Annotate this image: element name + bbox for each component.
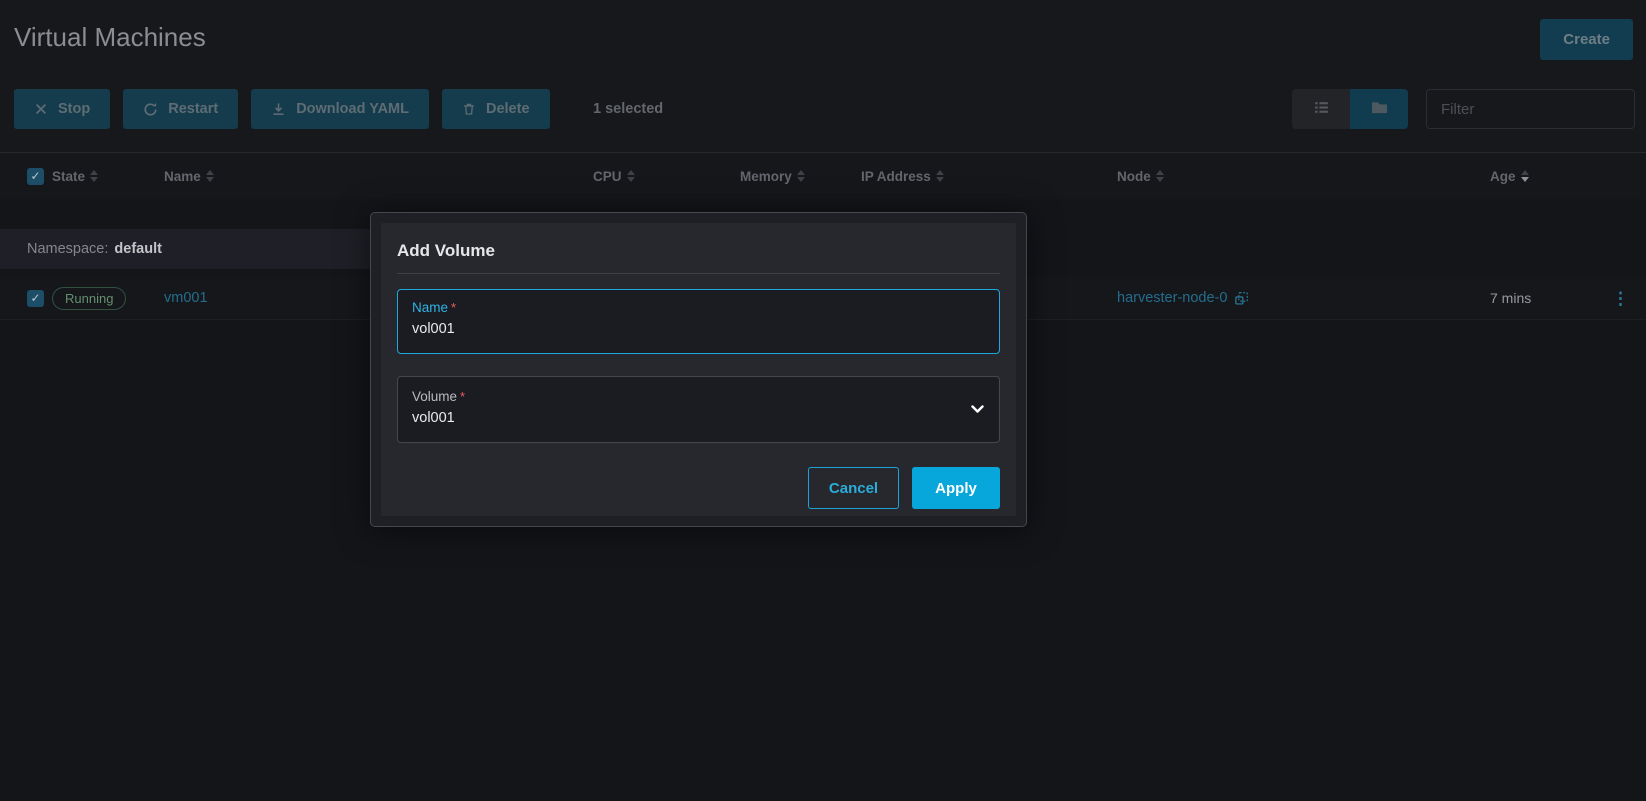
column-header-state[interactable]: State [52,169,164,184]
name-field-label: Name [412,300,448,315]
delete-button-label: Delete [486,101,530,117]
add-volume-modal: Add Volume Name* Volume* vol001 Cancel A… [370,212,1027,527]
restart-button-label: Restart [168,101,218,117]
modal-title: Add Volume [397,241,1000,261]
list-view-button[interactable] [1292,89,1350,129]
delete-button[interactable]: Delete [442,89,550,129]
sort-icon [797,170,805,182]
row-actions-menu-button[interactable]: ⋮ [1612,290,1629,307]
create-button[interactable]: Create [1540,19,1633,60]
node-link[interactable]: harvester-node-0 [1117,290,1227,306]
selected-count: 1 selected [593,89,663,129]
sort-icon [206,170,214,182]
sort-icon [90,170,98,182]
download-icon [271,102,286,117]
apply-button[interactable]: Apply [912,467,1000,509]
status-badge: Running [52,287,126,310]
required-marker: * [460,389,465,404]
sort-icon [1521,170,1529,182]
sort-icon [627,170,635,182]
column-header-ip-address[interactable]: IP Address [861,169,1117,184]
required-marker: * [451,300,456,315]
column-header-node[interactable]: Node [1117,169,1490,184]
filter-input[interactable] [1426,89,1635,129]
column-header-name[interactable]: Name [164,169,593,184]
column-header-cpu[interactable]: CPU [593,169,740,184]
cancel-button[interactable]: Cancel [808,467,899,509]
namespace-group-value: default [114,241,162,257]
add-volume-modal-body: Add Volume Name* Volume* vol001 Cancel A… [381,223,1016,516]
view-mode-toggle [1292,89,1408,129]
restart-icon [143,102,158,117]
volume-field-label: Volume [412,389,457,404]
x-icon [34,102,48,116]
volume-select[interactable]: Volume* vol001 [397,376,1000,443]
name-input[interactable] [412,321,985,337]
modal-button-row: Cancel Apply [397,467,1000,509]
sort-icon [936,170,944,182]
volume-selected-value: vol001 [412,410,985,426]
sort-icon [1156,170,1164,182]
page-header-background [0,0,1646,152]
trash-icon [462,102,476,116]
namespace-group-label: Namespace: [27,241,108,257]
grouped-view-button[interactable] [1350,89,1408,129]
folder-icon [1371,99,1388,119]
name-field[interactable]: Name* [397,289,1000,354]
download-yaml-button[interactable]: Download YAML [251,89,429,129]
restart-button[interactable]: Restart [123,89,238,129]
column-header-age[interactable]: Age [1490,169,1612,184]
stop-button-label: Stop [58,101,90,117]
column-header-memory[interactable]: Memory [740,169,861,184]
table-header-row: ✓ State Name CPU Memory IP Address Node … [0,152,1646,199]
modal-divider [397,273,1000,274]
age-cell: 7 mins [1490,290,1531,306]
vm-name-link[interactable]: vm001 [164,290,208,306]
stop-button[interactable]: Stop [14,89,110,129]
chevron-down-icon [971,405,984,414]
list-icon [1313,99,1330,119]
select-all-checkbox[interactable]: ✓ [27,168,44,185]
page-title: Virtual Machines [14,22,206,53]
bulk-actions-toolbar: Stop Restart Download YAML Delete [14,89,550,129]
download-yaml-button-label: Download YAML [296,101,409,117]
row-checkbox[interactable]: ✓ [27,290,44,307]
copy-icon[interactable] [1234,291,1249,306]
